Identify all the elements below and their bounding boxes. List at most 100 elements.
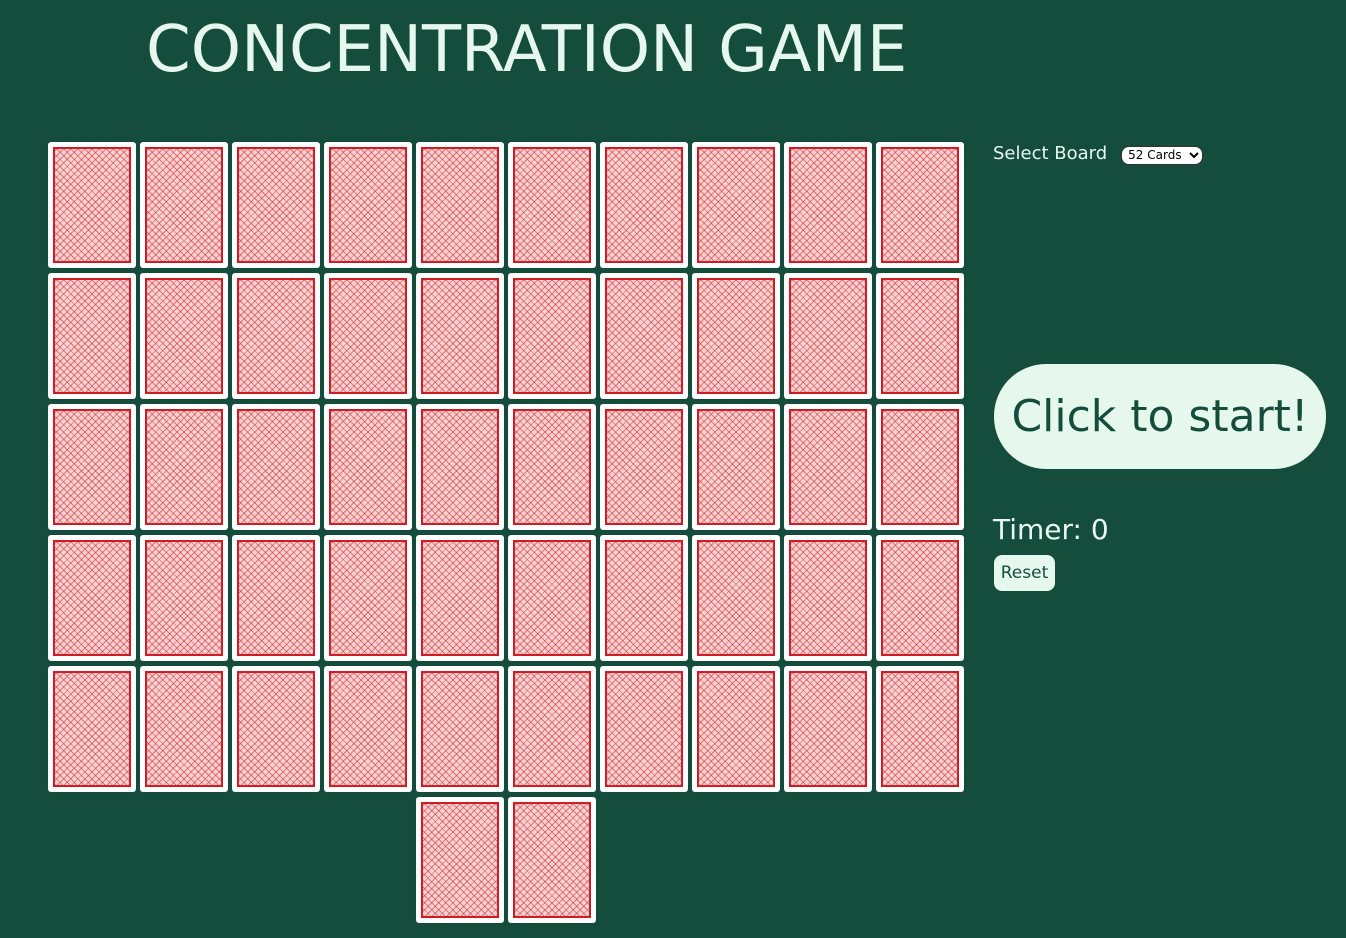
card[interactable] bbox=[324, 273, 412, 399]
card-back-pattern bbox=[881, 540, 959, 656]
card-back-pattern bbox=[513, 540, 591, 656]
card[interactable] bbox=[692, 666, 780, 792]
card[interactable] bbox=[508, 142, 596, 268]
card[interactable] bbox=[876, 273, 964, 399]
card[interactable] bbox=[784, 142, 872, 268]
card-back-pattern bbox=[53, 278, 131, 394]
card-back-pattern bbox=[237, 278, 315, 394]
card-back-pattern bbox=[421, 671, 499, 787]
card-back-pattern bbox=[329, 278, 407, 394]
card-back-pattern bbox=[605, 147, 683, 263]
card[interactable] bbox=[508, 666, 596, 792]
card-back-pattern bbox=[53, 671, 131, 787]
card-back-pattern bbox=[513, 278, 591, 394]
card[interactable] bbox=[692, 535, 780, 661]
card-back-pattern bbox=[53, 147, 131, 263]
card[interactable] bbox=[324, 535, 412, 661]
card-back-pattern bbox=[237, 409, 315, 525]
card[interactable] bbox=[48, 666, 136, 792]
card-back-pattern bbox=[329, 409, 407, 525]
card-back-pattern bbox=[145, 147, 223, 263]
card[interactable] bbox=[876, 666, 964, 792]
card-back-pattern bbox=[513, 802, 591, 918]
card[interactable] bbox=[508, 797, 596, 923]
card-back-pattern bbox=[237, 540, 315, 656]
card-back-pattern bbox=[513, 147, 591, 263]
board-size-select[interactable]: 52 Cards bbox=[1121, 145, 1204, 165]
card[interactable] bbox=[416, 535, 504, 661]
timer-display: Timer: 0 bbox=[993, 513, 1109, 546]
card[interactable] bbox=[140, 666, 228, 792]
card[interactable] bbox=[416, 142, 504, 268]
card[interactable] bbox=[600, 142, 688, 268]
card[interactable] bbox=[324, 666, 412, 792]
card-back-pattern bbox=[789, 671, 867, 787]
card[interactable] bbox=[140, 142, 228, 268]
card-back-pattern bbox=[789, 278, 867, 394]
card[interactable] bbox=[48, 404, 136, 530]
reset-button[interactable]: Reset bbox=[994, 555, 1055, 591]
card-back-pattern bbox=[697, 409, 775, 525]
card[interactable] bbox=[784, 666, 872, 792]
card-back-pattern bbox=[421, 802, 499, 918]
card-back-pattern bbox=[53, 540, 131, 656]
card[interactable] bbox=[48, 535, 136, 661]
card[interactable] bbox=[876, 142, 964, 268]
card[interactable] bbox=[232, 142, 320, 268]
card[interactable] bbox=[140, 535, 228, 661]
card[interactable] bbox=[324, 142, 412, 268]
card-back-pattern bbox=[789, 540, 867, 656]
card-back-pattern bbox=[421, 278, 499, 394]
card-back-pattern bbox=[605, 671, 683, 787]
card[interactable] bbox=[48, 273, 136, 399]
card[interactable] bbox=[692, 404, 780, 530]
select-board-label: Select Board bbox=[993, 143, 1108, 164]
card[interactable] bbox=[324, 404, 412, 530]
card-back-pattern bbox=[881, 671, 959, 787]
card[interactable] bbox=[416, 273, 504, 399]
card[interactable] bbox=[600, 273, 688, 399]
card[interactable] bbox=[784, 404, 872, 530]
card-back-pattern bbox=[513, 409, 591, 525]
card[interactable] bbox=[232, 273, 320, 399]
card-back-pattern bbox=[329, 540, 407, 656]
card[interactable] bbox=[140, 404, 228, 530]
card-back-pattern bbox=[145, 278, 223, 394]
card[interactable] bbox=[508, 404, 596, 530]
card-back-pattern bbox=[421, 409, 499, 525]
card-back-pattern bbox=[697, 671, 775, 787]
card-back-pattern bbox=[145, 540, 223, 656]
card[interactable] bbox=[140, 273, 228, 399]
page-title: CONCENTRATION GAME bbox=[146, 13, 908, 87]
card[interactable] bbox=[876, 404, 964, 530]
card-back-pattern bbox=[789, 409, 867, 525]
card[interactable] bbox=[232, 666, 320, 792]
card[interactable] bbox=[692, 142, 780, 268]
card-back-pattern bbox=[605, 278, 683, 394]
card[interactable] bbox=[416, 404, 504, 530]
card[interactable] bbox=[232, 404, 320, 530]
card[interactable] bbox=[48, 142, 136, 268]
card-back-pattern bbox=[881, 278, 959, 394]
card-back-pattern bbox=[421, 540, 499, 656]
card-back-pattern bbox=[237, 671, 315, 787]
card[interactable] bbox=[232, 535, 320, 661]
card[interactable] bbox=[508, 273, 596, 399]
card[interactable] bbox=[784, 535, 872, 661]
card[interactable] bbox=[600, 404, 688, 530]
card[interactable] bbox=[508, 535, 596, 661]
card[interactable] bbox=[876, 535, 964, 661]
card-back-pattern bbox=[53, 409, 131, 525]
card[interactable] bbox=[784, 273, 872, 399]
card[interactable] bbox=[416, 797, 504, 923]
card-back-pattern bbox=[881, 147, 959, 263]
start-button[interactable]: Click to start! bbox=[994, 364, 1326, 469]
card-back-pattern bbox=[605, 540, 683, 656]
card[interactable] bbox=[416, 666, 504, 792]
card[interactable] bbox=[600, 535, 688, 661]
card[interactable] bbox=[692, 273, 780, 399]
card[interactable] bbox=[600, 666, 688, 792]
card-back-pattern bbox=[513, 671, 591, 787]
board-select-row: Select Board 52 Cards bbox=[993, 142, 1204, 166]
card-back-pattern bbox=[421, 147, 499, 263]
